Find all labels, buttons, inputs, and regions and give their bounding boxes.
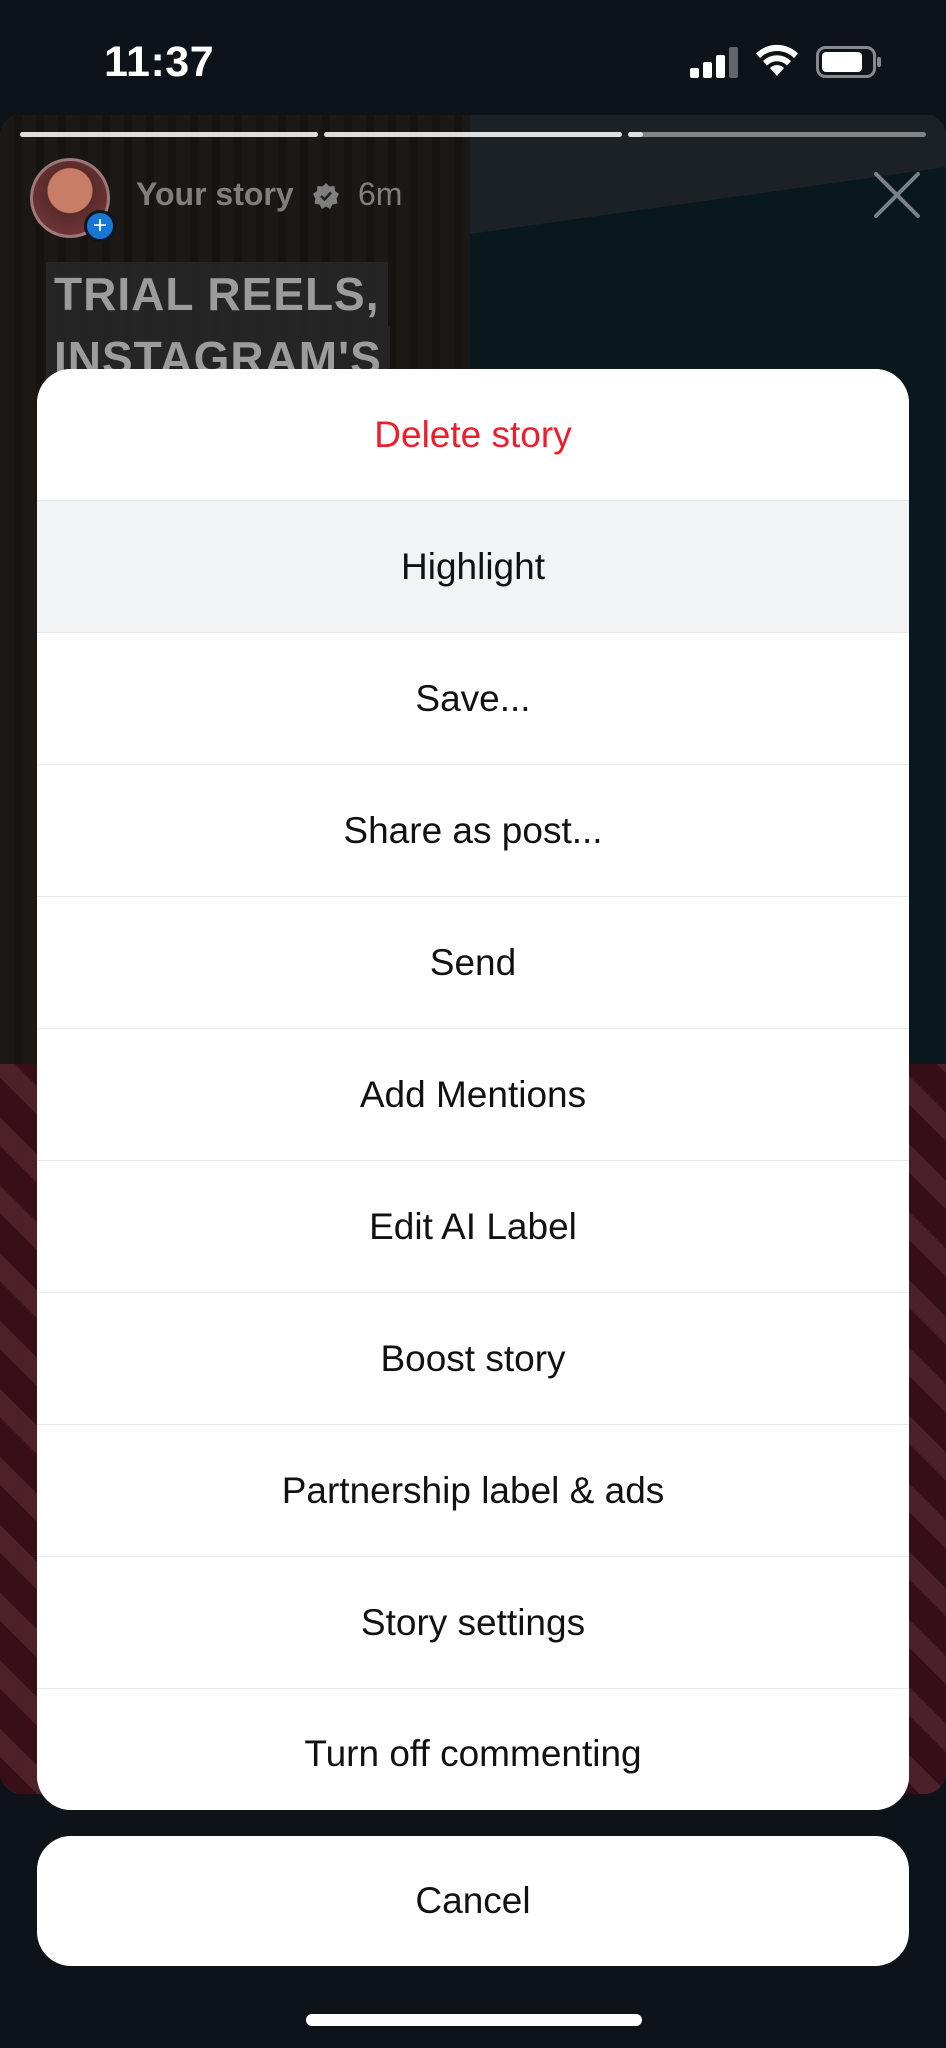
story-progress-segment — [324, 132, 622, 137]
screen: 11:37 + Your story 6m TRIAL REELS, INSTA… — [0, 0, 946, 2048]
verified-badge-icon — [313, 183, 339, 209]
close-icon[interactable] — [872, 170, 922, 220]
story-progress-fill — [20, 132, 318, 137]
story-progress-segment — [20, 132, 318, 137]
add-mentions-button[interactable]: Add Mentions — [37, 1029, 909, 1161]
partnership-label-ads-button[interactable]: Partnership label & ads — [37, 1425, 909, 1557]
cellular-signal-icon — [690, 46, 740, 78]
save-button[interactable]: Save... — [37, 633, 909, 765]
edit-ai-label-button[interactable]: Edit AI Label — [37, 1161, 909, 1293]
highlight-button[interactable]: Highlight — [37, 501, 909, 633]
status-time: 11:37 — [104, 38, 215, 86]
send-button[interactable]: Send — [37, 897, 909, 1029]
wifi-icon — [756, 44, 798, 76]
home-indicator — [306, 2014, 642, 2026]
add-story-plus-icon[interactable]: + — [84, 210, 116, 242]
cancel-button[interactable]: Cancel — [37, 1836, 909, 1966]
story-settings-button[interactable]: Story settings — [37, 1557, 909, 1689]
story-progress-fill — [628, 132, 643, 137]
turn-off-commenting-button[interactable]: Turn off commenting — [37, 1689, 909, 1810]
story-progress-fill — [324, 132, 622, 137]
share-as-post-button[interactable]: Share as post... — [37, 765, 909, 897]
story-progress-segment — [628, 132, 926, 137]
story-time-ago: 6m — [358, 176, 403, 212]
status-bar: 11:37 — [0, 0, 946, 115]
boost-story-button[interactable]: Boost story — [37, 1293, 909, 1425]
story-username[interactable]: Your story — [136, 176, 294, 213]
battery-icon — [816, 46, 881, 78]
story-headline-line: TRIAL REELS, — [46, 262, 388, 326]
story-options-sheet: Delete story Highlight Save... Share as … — [37, 369, 909, 1810]
delete-story-button[interactable]: Delete story — [37, 369, 909, 501]
